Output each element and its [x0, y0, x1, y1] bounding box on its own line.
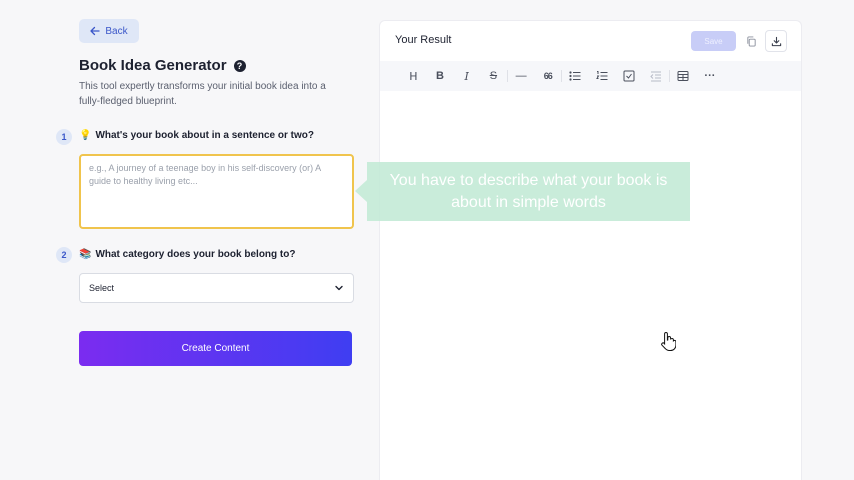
step-1-label: What's your book about in a sentence or …	[95, 130, 314, 141]
heading-button[interactable]: H	[400, 66, 427, 86]
hand-cursor-icon	[661, 331, 676, 351]
quote-icon: 66	[543, 71, 553, 81]
step-2-badge: 2	[56, 247, 72, 263]
italic-icon: I	[464, 69, 469, 83]
hint-tooltip: You have to describe what your book is a…	[355, 162, 690, 221]
copy-icon	[746, 35, 756, 47]
step-1-badge: 1	[56, 129, 72, 145]
title-text: Book Idea Generator	[79, 57, 227, 74]
ordered-list-button[interactable]	[589, 66, 616, 86]
page-title: Book Idea Generator ?	[79, 57, 246, 74]
table-icon	[677, 71, 689, 81]
download-icon	[771, 36, 781, 46]
ordered-list-icon	[596, 71, 608, 80]
chevron-down-icon	[335, 285, 343, 291]
bold-button[interactable]: B	[427, 66, 454, 86]
arrow-left-icon	[90, 26, 101, 36]
result-panel: Your Result Save H B I S — 66 ···	[379, 20, 802, 480]
back-label: Back	[105, 25, 128, 37]
page-subtitle: This tool expertly transforms your initi…	[79, 81, 326, 107]
bullet-list-button[interactable]	[562, 66, 589, 86]
bullet-list-icon	[569, 71, 581, 81]
step-2-question: 📚 What category does your book belong to…	[79, 249, 295, 260]
horizontal-rule-button[interactable]: —	[508, 66, 535, 86]
blockquote-button[interactable]: 66	[534, 66, 561, 86]
italic-button[interactable]: I	[453, 66, 480, 86]
bold-icon: B	[436, 70, 444, 82]
checkbox-icon	[623, 70, 635, 82]
result-title: Your Result	[395, 34, 452, 46]
back-button[interactable]: Back	[79, 19, 139, 43]
strikethrough-button[interactable]: S	[480, 66, 507, 86]
strikethrough-icon: S	[489, 70, 498, 82]
create-content-button[interactable]: Create Content	[79, 331, 352, 366]
table-button[interactable]	[670, 66, 697, 86]
category-selected-value: Select	[89, 283, 115, 293]
horizontal-rule-icon: —	[515, 70, 527, 82]
heading-icon: H	[409, 69, 418, 83]
task-list-button[interactable]	[616, 66, 643, 86]
editor-toolbar: H B I S — 66 ···	[380, 61, 801, 91]
step-1-question: 💡 What's your book about in a sentence o…	[79, 130, 314, 141]
category-select[interactable]: Select	[79, 273, 354, 303]
lightbulb-icon: 💡	[79, 130, 92, 141]
download-button[interactable]	[765, 30, 787, 52]
books-icon: 📚	[79, 249, 92, 260]
more-options-button[interactable]: ···	[697, 66, 724, 86]
book-description-textarea[interactable]: e.g., A journey of a teenage boy in his …	[79, 154, 354, 229]
save-button[interactable]: Save	[691, 31, 736, 51]
outdent-icon	[649, 71, 661, 82]
outdent-button[interactable]	[642, 66, 669, 86]
step-2-label: What category does your book belong to?	[95, 249, 296, 260]
copy-button[interactable]	[740, 30, 762, 52]
more-icon: ···	[704, 70, 716, 82]
help-icon[interactable]: ?	[233, 59, 246, 72]
